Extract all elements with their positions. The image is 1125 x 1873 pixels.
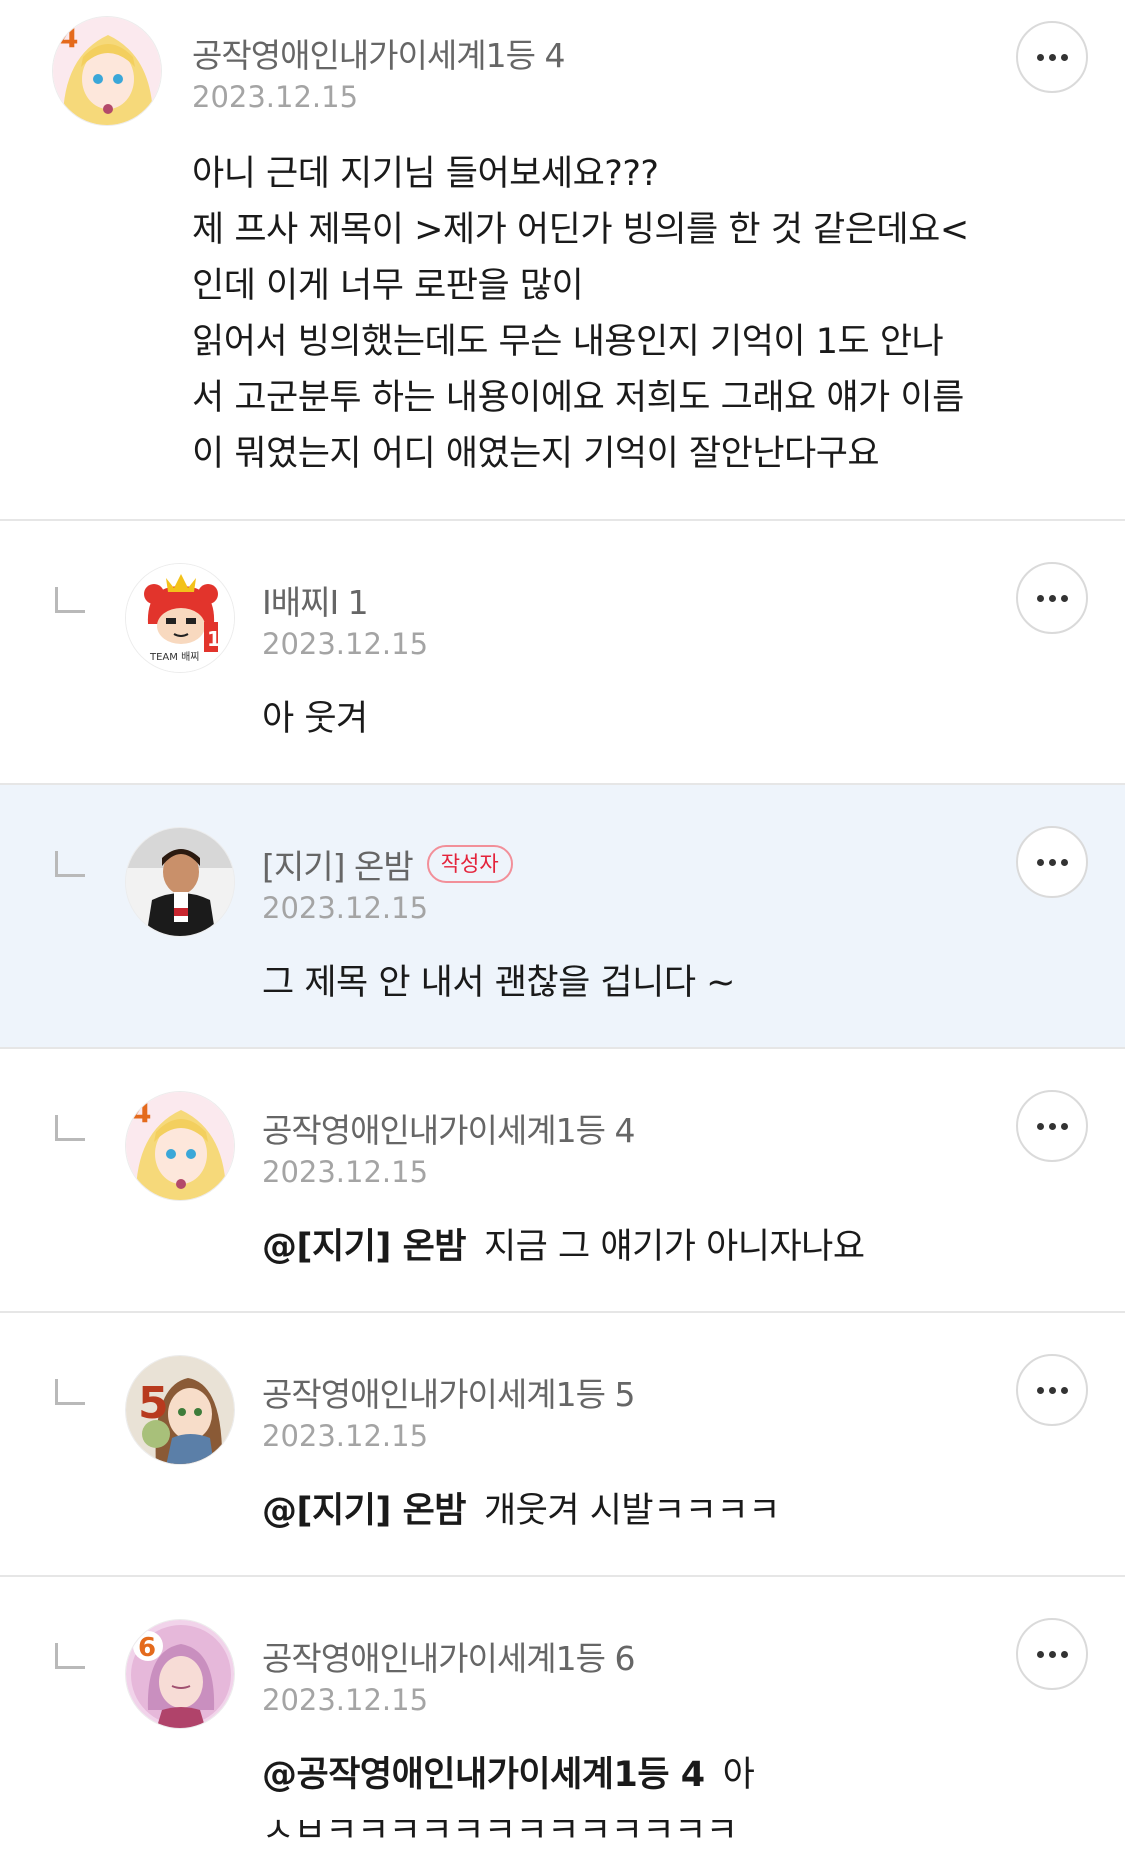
comment-body: 개웃겨 시발ㅋㅋㅋㅋ bbox=[483, 1491, 780, 1531]
avatar[interactable]: 6 bbox=[125, 1619, 235, 1729]
comment-item: 4 공작영애인내가이세계1등 4 2023.12.15 아니 근데 지기님 들어… bbox=[0, 0, 1125, 521]
more-horizontal-icon bbox=[1036, 1386, 1044, 1394]
comment-body: 아 bbox=[722, 1755, 755, 1795]
comment-meta: I배찌I 1 2023.12.15 bbox=[262, 577, 428, 661]
more-horizontal-icon bbox=[1036, 594, 1044, 602]
reply-item-author: [지기] 온밤 작성자 2023.12.15 그 제목 안 내서 괜찮을 겁니다… bbox=[0, 785, 1125, 1049]
more-horizontal-icon bbox=[1036, 53, 1044, 61]
avatar[interactable]: 4 bbox=[125, 1091, 235, 1201]
avatar-rank-number: 6 bbox=[138, 1633, 156, 1663]
comment-line: 아니 근데 지기님 들어보세요??? bbox=[192, 154, 659, 194]
more-horizontal-icon bbox=[1036, 1122, 1044, 1130]
nickname[interactable]: [지기] 온밤 bbox=[262, 840, 414, 888]
comment-line: 제 프사 제목이 >제가 어딘가 빙의를 한 것 같은데요< bbox=[192, 210, 969, 250]
comment-meta: [지기] 온밤 작성자 2023.12.15 bbox=[262, 841, 513, 925]
author-badge: 작성자 bbox=[426, 845, 513, 883]
more-options-button[interactable] bbox=[1016, 1354, 1088, 1426]
comment-line: 인데 이게 너무 로판을 많이 bbox=[192, 266, 584, 306]
comment-text: 그 제목 안 내서 괜찮을 겁니다 ~ bbox=[262, 955, 735, 1011]
avatar-rank-number: 1 bbox=[207, 627, 221, 651]
avatar[interactable] bbox=[125, 827, 235, 937]
comment-date: 2023.12.15 bbox=[262, 1419, 429, 1453]
comment-text: @공작영애인내가이세계1등 4 아 ㅅㅂㅋㅋㅋㅋㅋㅋㅋㅋㅋㅋㅋㅋㅋ bbox=[262, 1747, 755, 1859]
comment-text: 아니 근데 지기님 들어보세요??? 제 프사 제목이 >제가 어딘가 빙의를 … bbox=[192, 146, 969, 482]
comment-date: 2023.12.15 bbox=[192, 80, 359, 114]
comment-body: 그 제목 안 내서 괜찮을 겁니다 ~ bbox=[262, 963, 735, 1003]
comment-text: 아 웃겨 bbox=[262, 691, 368, 747]
comment-date: 2023.12.15 bbox=[262, 1683, 429, 1717]
more-options-button[interactable] bbox=[1016, 1618, 1088, 1690]
nickname[interactable]: 공작영애인내가이세계1등 4 bbox=[262, 1104, 635, 1152]
avatar[interactable]: 5 bbox=[125, 1355, 235, 1465]
comment-line: 서 고군분투 하는 내용이에요 저희도 그래요 얘가 이름 bbox=[192, 378, 964, 418]
more-options-button[interactable] bbox=[1016, 826, 1088, 898]
nickname[interactable]: 공작영애인내가이세계1등 6 bbox=[262, 1632, 635, 1680]
comment-date: 2023.12.15 bbox=[262, 1155, 429, 1189]
comment-text: @[지기] 온밤 개웃겨 시발ㅋㅋㅋㅋ bbox=[262, 1483, 780, 1539]
more-options-button[interactable] bbox=[1016, 1090, 1088, 1162]
reply-arrow-icon bbox=[55, 587, 85, 613]
more-horizontal-icon bbox=[1036, 1650, 1044, 1658]
comment-date: 2023.12.15 bbox=[262, 627, 429, 661]
avatar-rank-number: 4 bbox=[59, 21, 78, 54]
comment-meta: 공작영애인내가이세계1등 4 2023.12.15 bbox=[262, 1104, 635, 1189]
nickname[interactable]: I배찌I 1 bbox=[262, 576, 369, 624]
comment-line: 이 뭐였는지 어디 애였는지 기억이 잘안난다구요 bbox=[192, 434, 880, 474]
reply-item: 6 공작영애인내가이세계1등 6 2023.12.15 @공작영애인내가이세계1… bbox=[0, 1577, 1125, 1873]
reply-arrow-icon bbox=[55, 851, 85, 877]
more-options-button[interactable] bbox=[1016, 21, 1088, 93]
reply-arrow-icon bbox=[55, 1379, 85, 1405]
more-horizontal-icon bbox=[1036, 858, 1044, 866]
comment-meta: 공작영애인내가이세계1등 6 2023.12.15 bbox=[262, 1632, 635, 1717]
reply-item: 4 공작영애인내가이세계1등 4 2023.12.15 @[지기] 온밤 지금 그… bbox=[0, 1049, 1125, 1313]
nickname[interactable]: 공작영애인내가이세계1등 5 bbox=[262, 1368, 635, 1416]
mention-link[interactable]: @공작영애인내가이세계1등 4 bbox=[262, 1755, 705, 1795]
avatar-team-text: TEAM 배찌 bbox=[149, 651, 199, 663]
comment-date: 2023.12.15 bbox=[262, 891, 429, 925]
comment-body: 지금 그 얘기가 아니자나요 bbox=[483, 1227, 865, 1267]
reply-arrow-icon bbox=[55, 1643, 85, 1669]
reply-item: 1 TEAM 배찌 I배찌I 1 2023.12.15 아 웃겨 bbox=[0, 521, 1125, 785]
avatar[interactable]: 1 TEAM 배찌 bbox=[125, 563, 235, 673]
avatar-rank-number: 4 bbox=[132, 1096, 151, 1129]
mention-link[interactable]: @[지기] 온밤 bbox=[262, 1227, 466, 1267]
avatar[interactable]: 4 bbox=[52, 16, 162, 126]
more-options-button[interactable] bbox=[1016, 562, 1088, 634]
comment-list: 4 공작영애인내가이세계1등 4 2023.12.15 아니 근데 지기님 들어… bbox=[0, 0, 1125, 1873]
reply-arrow-icon bbox=[55, 1115, 85, 1141]
comment-line: ㅅㅂㅋㅋㅋㅋㅋㅋㅋㅋㅋㅋㅋㅋㅋ bbox=[262, 1811, 738, 1851]
comment-meta: 공작영애인내가이세계1등 4 2023.12.15 bbox=[192, 29, 565, 114]
mention-link[interactable]: @[지기] 온밤 bbox=[262, 1491, 466, 1531]
nickname[interactable]: 공작영애인내가이세계1등 4 bbox=[192, 29, 565, 77]
comment-line: 읽어서 빙의했는데도 무슨 내용인지 기억이 1도 안나 bbox=[192, 322, 944, 362]
comment-meta: 공작영애인내가이세계1등 5 2023.12.15 bbox=[262, 1368, 635, 1453]
reply-item: 5 공작영애인내가이세계1등 5 2023.12.15 @[지기] 온밤 개웃겨 … bbox=[0, 1313, 1125, 1577]
comment-body: 아 웃겨 bbox=[262, 699, 368, 739]
comment-text: @[지기] 온밤 지금 그 얘기가 아니자나요 bbox=[262, 1219, 865, 1275]
avatar-rank-number: 5 bbox=[138, 1378, 169, 1429]
